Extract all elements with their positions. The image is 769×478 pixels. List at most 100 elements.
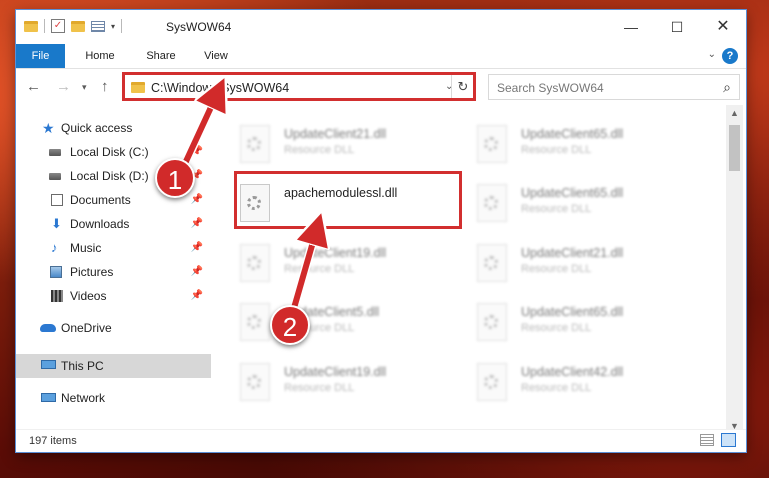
dll-file-icon: [477, 363, 507, 401]
file-name: UpdateClient21.dll: [284, 127, 387, 141]
dll-file-icon: [240, 303, 270, 341]
step-1-badge: 1: [155, 158, 195, 198]
folder-icon: [131, 82, 145, 93]
document-icon: [51, 194, 63, 206]
pictures-icon: [50, 266, 62, 278]
sidebar-item-pictures[interactable]: Pictures 📌: [16, 261, 211, 283]
scroll-up-icon[interactable]: ▲: [726, 105, 743, 122]
file-explorer-window: ✓ ▾ SysWOW64 — ☐ ✕ File Home Share View …: [16, 10, 746, 452]
file-name: UpdateClient19.dll: [284, 365, 387, 379]
file-type: Resource DLL: [284, 263, 355, 275]
list-item-selected[interactable]: apachemodulessl.dll: [236, 178, 461, 230]
large-icons-view-icon[interactable]: [721, 433, 736, 447]
list-item[interactable]: UpdateClient21.dll Resource DLL: [236, 119, 461, 171]
star-icon: ★: [42, 120, 55, 136]
file-name: UpdateClient42.dll: [521, 365, 624, 379]
sidebar-item-label: Documents: [70, 193, 131, 207]
sidebar-item-onedrive[interactable]: OneDrive: [16, 317, 211, 339]
network-icon: [41, 393, 56, 402]
new-folder-icon[interactable]: [71, 20, 85, 32]
sidebar-item-label: Music: [70, 241, 102, 255]
download-icon: ⬇: [51, 216, 62, 231]
list-item[interactable]: UpdateClient65.dll Resource DLL: [473, 178, 698, 230]
help-icon[interactable]: ?: [722, 48, 738, 64]
file-name: apachemodulessl.dll: [284, 186, 398, 200]
sidebar-item-videos[interactable]: Videos 📌: [16, 285, 211, 307]
title-bar: ✓ ▾ SysWOW64 — ☐ ✕: [16, 10, 746, 44]
up-button[interactable]: ↑: [101, 78, 109, 95]
address-bar[interactable]: C:\Windows\SysWOW64 ⌄ ↻: [124, 74, 475, 100]
pin-icon[interactable]: 📌: [191, 189, 203, 211]
dll-file-icon: [477, 244, 507, 282]
file-type: Resource DLL: [521, 263, 592, 275]
file-type: Resource DLL: [521, 322, 592, 334]
maximize-button[interactable]: ☐: [654, 10, 700, 44]
sidebar-item-this-pc[interactable]: This PC: [16, 354, 211, 378]
sidebar-item-label: OneDrive: [61, 321, 112, 335]
tab-share[interactable]: Share: [138, 44, 184, 68]
item-count: 197 items: [29, 435, 77, 447]
dll-file-icon: [240, 125, 270, 163]
customize-toolbar-icon[interactable]: ▾: [111, 22, 115, 31]
close-button[interactable]: ✕: [700, 10, 746, 44]
sidebar-item-music[interactable]: ♪ Music 📌: [16, 237, 211, 259]
window-title: SysWOW64: [166, 20, 232, 34]
list-item[interactable]: UpdateClient42.dll Resource DLL: [473, 357, 698, 409]
search-input[interactable]: Search SysWOW64: [497, 81, 604, 95]
back-button[interactable]: ←: [26, 78, 41, 95]
pin-icon[interactable]: 📌: [191, 141, 203, 163]
pin-icon[interactable]: 📌: [191, 285, 203, 307]
forward-button[interactable]: →: [56, 78, 71, 95]
pin-icon[interactable]: 📌: [191, 261, 203, 283]
navigation-pane: ★ Quick access Local Disk (C:) 📌 Local D…: [16, 105, 211, 435]
scroll-thumb[interactable]: [729, 125, 740, 171]
sidebar-item-label: This PC: [61, 359, 104, 373]
folder-icon: [24, 20, 38, 32]
music-icon: ♪: [51, 240, 58, 255]
pin-icon[interactable]: 📌: [191, 237, 203, 259]
ribbon-tabs: File Home Share View ⌄ ?: [16, 44, 746, 69]
file-type: Resource DLL: [284, 382, 355, 394]
sidebar-item-network[interactable]: Network: [16, 387, 211, 409]
dll-file-icon: [477, 184, 507, 222]
tab-view[interactable]: View: [198, 44, 234, 68]
sidebar-item-label: Videos: [70, 289, 107, 303]
refresh-button[interactable]: ↻: [451, 75, 474, 99]
details-view-icon[interactable]: [700, 434, 714, 446]
dll-file-icon: [240, 244, 270, 282]
file-name: UpdateClient65.dll: [521, 186, 624, 200]
address-path[interactable]: C:\Windows\SysWOW64: [151, 81, 289, 95]
videos-icon: [51, 290, 63, 302]
sidebar-item-downloads[interactable]: ⬇ Downloads 📌: [16, 213, 211, 235]
list-item[interactable]: UpdateClient21.dll Resource DLL: [473, 238, 698, 290]
file-list: UpdateClient21.dll Resource DLL UpdateCl…: [211, 105, 721, 435]
file-type: Resource DLL: [284, 144, 355, 156]
file-name: UpdateClient65.dll: [521, 127, 624, 141]
checkbox-icon[interactable]: ✓: [51, 19, 65, 33]
file-name: UpdateClient21.dll: [521, 246, 624, 260]
tab-file[interactable]: File: [16, 44, 65, 68]
sidebar-item-label: Local Disk (D:): [70, 169, 149, 183]
search-icon[interactable]: ⌕: [723, 79, 731, 96]
recent-locations-button[interactable]: ▾: [82, 82, 87, 93]
properties-icon[interactable]: [91, 20, 105, 32]
minimize-button[interactable]: —: [608, 10, 654, 44]
list-item[interactable]: UpdateClient65.dll Resource DLL: [473, 297, 698, 349]
sidebar-item-label: Pictures: [70, 265, 114, 279]
sidebar-item-quick-access[interactable]: ★ Quick access: [16, 117, 211, 139]
search-box[interactable]: Search SysWOW64 ⌕: [488, 74, 740, 100]
dll-file-icon: [477, 125, 507, 163]
dll-file-icon: [477, 303, 507, 341]
vertical-scrollbar[interactable]: ▲ ▼: [726, 105, 743, 435]
file-type: Resource DLL: [521, 382, 592, 394]
dll-file-icon: [240, 184, 270, 222]
list-item[interactable]: UpdateClient19.dll Resource DLL: [236, 357, 461, 409]
list-item[interactable]: UpdateClient65.dll Resource DLL: [473, 119, 698, 171]
chevron-down-icon[interactable]: ⌄: [708, 49, 716, 60]
toolbar-divider: [44, 19, 45, 33]
pin-icon[interactable]: 📌: [191, 213, 203, 235]
list-item[interactable]: UpdateClient19.dll Resource DLL: [236, 238, 461, 290]
file-name: UpdateClient65.dll: [521, 305, 624, 319]
tab-home[interactable]: Home: [78, 44, 122, 68]
toolbar-divider: [121, 19, 123, 33]
